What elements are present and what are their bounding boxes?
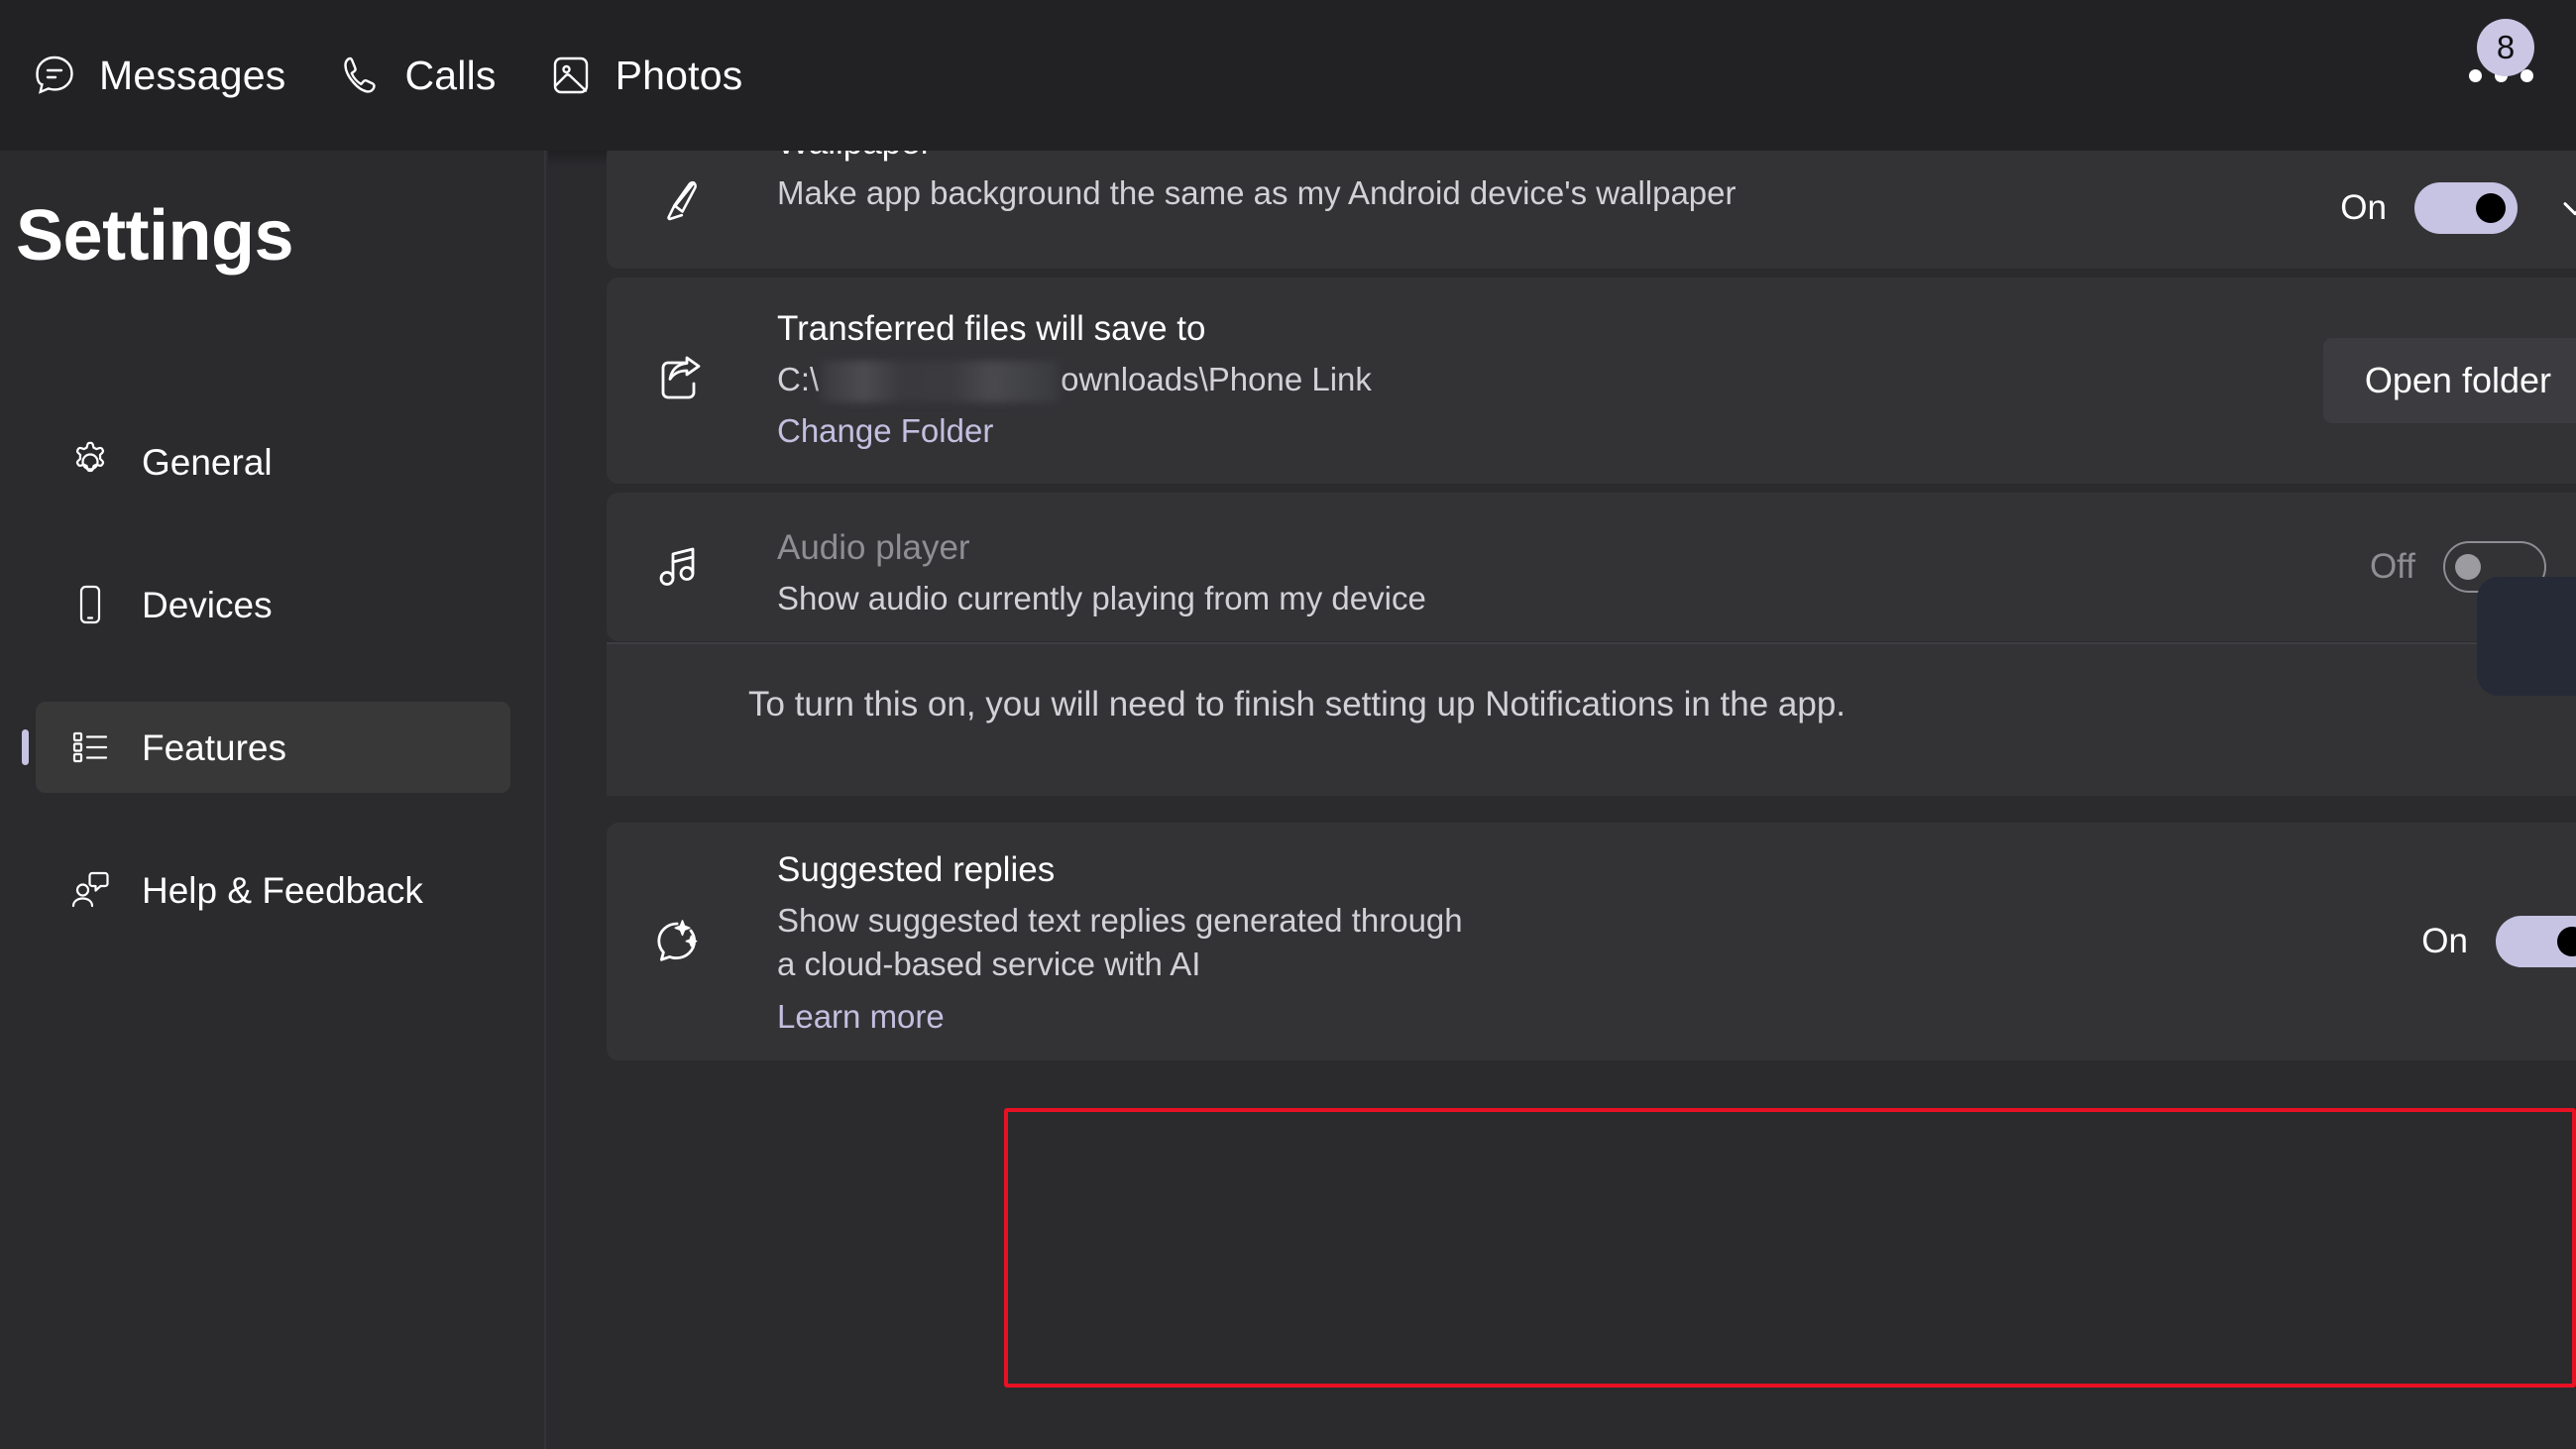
wallpaper-controls: On: [2340, 178, 2576, 238]
path-prefix: C:\: [777, 360, 820, 397]
audio-player-title: Audio player: [777, 528, 970, 567]
sidebar-item-features-label: Features: [142, 726, 287, 768]
suggested-replies-card[interactable]: Suggested replies Show suggested text re…: [607, 823, 2576, 1060]
chevron-down-icon[interactable]: [2545, 178, 2576, 238]
change-folder-link[interactable]: Change Folder: [777, 410, 2165, 453]
suggested-replies-controls: On: [2421, 916, 2576, 967]
wallpaper-title: Wallpaper: [777, 151, 1947, 166]
wallpaper-description: Make app background the same as my Andro…: [777, 173, 1736, 211]
phone-icon: [68, 583, 112, 626]
music-note-icon: [653, 540, 707, 594]
wallpaper-toggle[interactable]: [2414, 182, 2518, 234]
settings-sidebar: Settings General Devices Features Help &…: [0, 151, 546, 1449]
list-icon: [68, 725, 112, 769]
sidebar-item-general-label: General: [142, 441, 273, 483]
tab-messages-label: Messages: [99, 52, 286, 98]
suggested-replies-text: Suggested replies Show suggested text re…: [777, 848, 1966, 1039]
sidebar-item-devices-label: Devices: [142, 584, 273, 625]
transferred-files-title: Transferred files will save to: [777, 309, 1206, 348]
suggested-replies-toggle[interactable]: [2496, 916, 2576, 967]
audio-player-notice: To turn this on, you will need to finish…: [607, 642, 2576, 796]
sidebar-item-devices[interactable]: Devices: [36, 559, 510, 650]
path-redaction: [821, 361, 1060, 403]
phone-link-settings-window: Messages Calls Photos 8 Settings General…: [0, 0, 2576, 1449]
more-options-icon[interactable]: 8: [2453, 19, 2548, 110]
messages-icon: [32, 53, 77, 98]
transferred-files-path: C:\ ownloads\Phone Link: [777, 358, 2165, 403]
tab-photos[interactable]: Photos: [522, 43, 769, 108]
wallpaper-toggle-knob: [2476, 193, 2506, 223]
calls-icon: [337, 53, 383, 98]
sidebar-item-help-feedback[interactable]: Help & Feedback: [36, 844, 510, 936]
titlebar-right-region: 8: [2453, 0, 2548, 151]
suggested-replies-state-label: On: [2421, 922, 2468, 960]
audio-player-notice-text: To turn this on, you will need to finish…: [748, 685, 1847, 724]
path-suffix: ownloads\Phone Link: [1061, 360, 1372, 397]
sidebar-item-general[interactable]: General: [36, 416, 510, 507]
sidebar-nav-list: General Devices Features Help & Feedback: [36, 416, 510, 987]
transferred-files-controls: Open folder: [2322, 338, 2576, 423]
open-folder-button[interactable]: Open folder: [2322, 338, 2576, 423]
nav-tabs: Messages Calls Photos: [0, 43, 768, 108]
background-overlay-panel: [2477, 577, 2576, 696]
tab-photos-label: Photos: [615, 52, 743, 98]
audio-player-state-label: Off: [2369, 547, 2415, 586]
audio-player-description: Show audio currently playing from my dev…: [777, 579, 1426, 616]
wallpaper-state-label: On: [2340, 188, 2387, 227]
audio-player-text: Audio player Show audio currently playin…: [777, 526, 2066, 620]
tab-calls-label: Calls: [404, 52, 497, 98]
setting-card-wallpaper[interactable]: Wallpaper Make app background the same a…: [607, 151, 2576, 269]
setting-card-audio-player[interactable]: Audio player Show audio currently playin…: [607, 493, 2576, 641]
sidebar-item-features[interactable]: Features: [36, 702, 510, 793]
suggested-replies-description: Show suggested text replies generated th…: [777, 901, 1463, 983]
sidebar-item-help-feedback-label: Help & Feedback: [142, 869, 423, 911]
page-title: Settings: [16, 196, 294, 276]
person-chat-icon: [68, 868, 112, 912]
photos-icon: [548, 53, 594, 98]
audio-player-toggle-knob: [2455, 554, 2481, 580]
gear-icon: [68, 440, 112, 484]
share-export-icon: [653, 354, 707, 407]
paintbrush-icon: [653, 175, 707, 229]
suggested-replies-title: Suggested replies: [777, 850, 1056, 889]
transferred-files-text: Transferred files will save to C:\ ownloa…: [777, 307, 2165, 453]
wallpaper-text: Wallpaper Make app background the same a…: [777, 151, 1947, 215]
tab-messages[interactable]: Messages: [6, 43, 311, 108]
tab-calls[interactable]: Calls: [311, 43, 521, 108]
setting-card-transferred-files[interactable]: Transferred files will save to C:\ ownloa…: [607, 278, 2576, 484]
titlebar: Messages Calls Photos 8: [0, 0, 2576, 151]
more-dot-1: [2468, 68, 2482, 82]
chat-sparkle-icon: [651, 915, 705, 968]
suggested-replies-toggle-knob: [2557, 927, 2576, 956]
features-settings-panel: Wallpaper Make app background the same a…: [548, 151, 2576, 1449]
learn-more-link[interactable]: Learn more: [777, 996, 1966, 1039]
notification-badge: 8: [2477, 19, 2534, 76]
